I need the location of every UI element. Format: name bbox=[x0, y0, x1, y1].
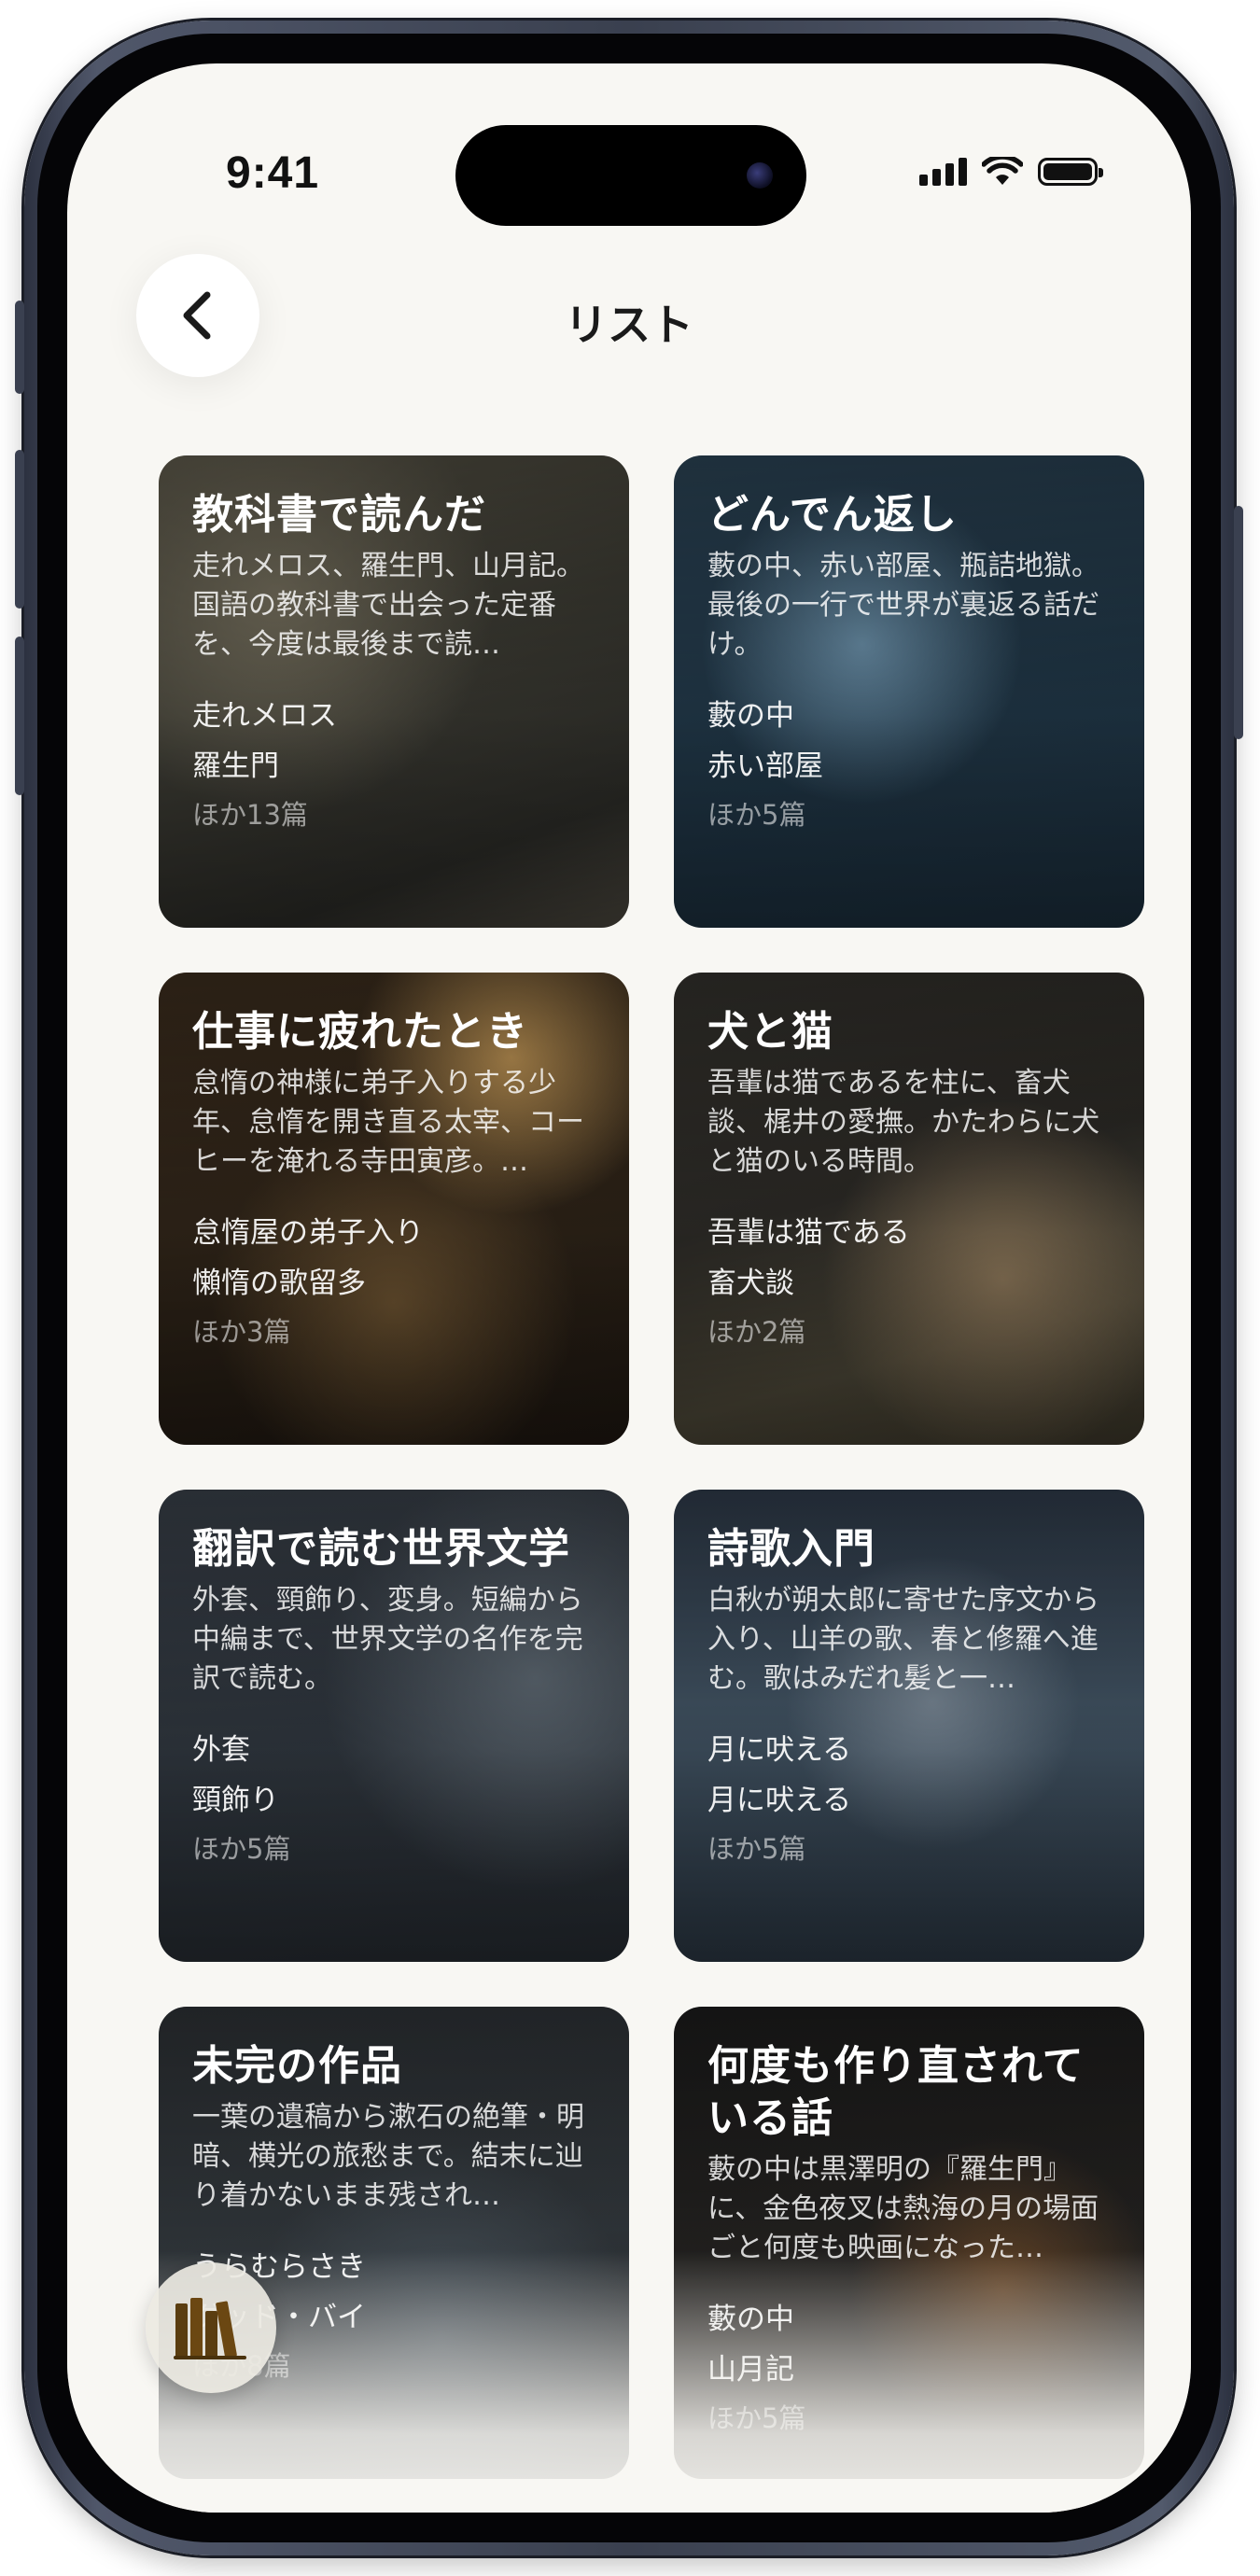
card-item: 吾輩は猫である bbox=[707, 1216, 910, 1250]
volume-down-button bbox=[15, 637, 24, 795]
card-title: 翻訳で読む世界文学 bbox=[192, 1525, 570, 1573]
card-description: 吾輩は猫であるを柱に、畜犬談、梶井の愛撫。かたわらに犬と猫のいる時間。 bbox=[707, 1067, 1099, 1178]
card-item: 畜犬談 bbox=[707, 1267, 794, 1300]
screen: 9:41 リスト 教科書で読んだ 走れメロス、羅生門、山月記。国語の教科書で出会… bbox=[67, 63, 1191, 2513]
card-more-count: ほか5篇 bbox=[707, 2402, 806, 2434]
list-card[interactable]: 仕事に疲れたとき 怠惰の神様に弟子入りする少年、怠惰を開き直る太宰、コーヒーを淹… bbox=[159, 973, 629, 1445]
card-more-count: ほか2篇 bbox=[707, 1316, 806, 1348]
card-title: 犬と猫 bbox=[707, 1008, 833, 1056]
card-description: 藪の中は黒澤明の『羅生門』に、金色夜叉は熱海の月の場面ごと何度も映画になった… bbox=[707, 2153, 1099, 2264]
card-item: 山月記 bbox=[707, 2353, 794, 2387]
card-item: 藪の中 bbox=[707, 699, 794, 733]
card-more-count: ほか13篇 bbox=[192, 799, 308, 831]
card-description: 一葉の遺稿から漱石の絶筆・明暗、横光の旅愁まで。結末に辿り着かないまま残され… bbox=[192, 2101, 584, 2212]
volume-up-button bbox=[15, 450, 24, 609]
card-title: 教科書で読んだ bbox=[192, 491, 486, 539]
list-card[interactable]: 翻訳で読む世界文学 外套、頸飾り、変身。短編から中編まで、世界文学の名作を完訳で… bbox=[159, 1490, 629, 1962]
card-item: 月に吠える bbox=[707, 1733, 852, 1767]
card-item: 赤い部屋 bbox=[707, 749, 823, 783]
card-description: 走れメロス、羅生門、山月記。国語の教科書で出会った定番を、今度は最後まで読… bbox=[192, 550, 584, 661]
card-item: 羅生門 bbox=[192, 749, 279, 783]
card-description: 藪の中、赤い部屋、瓶詰地獄。最後の一行で世界が裏返る話だけ。 bbox=[707, 550, 1099, 661]
card-description: 怠惰の神様に弟子入りする少年、怠惰を開き直る太宰、コーヒーを淹れる寺田寅彦。… bbox=[192, 1067, 584, 1178]
card-item: 怠惰屋の弟子入り bbox=[192, 1216, 424, 1250]
list-card[interactable]: 教科書で読んだ 走れメロス、羅生門、山月記。国語の教科書で出会った定番を、今度は… bbox=[159, 455, 629, 928]
card-item: 頸飾り bbox=[192, 1784, 279, 1817]
status-time: 9:41 bbox=[226, 148, 320, 198]
list-card[interactable]: 犬と猫 吾輩は猫であるを柱に、畜犬談、梶井の愛撫。かたわらに犬と猫のいる時間。 … bbox=[674, 973, 1144, 1445]
action-button bbox=[15, 301, 24, 394]
list-card[interactable]: どんでん返し 藪の中、赤い部屋、瓶詰地獄。最後の一行で世界が裏返る話だけ。 藪の… bbox=[674, 455, 1144, 928]
card-title: 何度も作り直されている話 bbox=[707, 2042, 1085, 2142]
card-item: 外套 bbox=[192, 1733, 250, 1767]
card-description: 白秋が朔太郎に寄せた序文から入り、山羊の歌、春と修羅へ進む。歌はみだれ髪と一… bbox=[707, 1584, 1099, 1695]
card-item: 藪の中 bbox=[707, 2303, 794, 2336]
library-button[interactable] bbox=[146, 2262, 276, 2393]
status-icons bbox=[919, 157, 1103, 187]
status-bar: 9:41 bbox=[67, 63, 1191, 226]
battery-icon bbox=[1038, 158, 1103, 186]
card-item: 走れメロス bbox=[192, 699, 337, 733]
cellular-signal-icon bbox=[919, 158, 967, 186]
camera-icon bbox=[747, 162, 773, 189]
wifi-icon bbox=[982, 157, 1023, 185]
card-item: 懶惰の歌留多 bbox=[192, 1267, 366, 1300]
power-button bbox=[1234, 506, 1243, 739]
list-card[interactable]: 未完の作品 一葉の遺稿から漱石の絶筆・明暗、横光の旅愁まで。結末に辿り着かないま… bbox=[159, 2007, 629, 2479]
card-title: 未完の作品 bbox=[192, 2042, 402, 2090]
dynamic-island bbox=[455, 125, 806, 226]
list-card[interactable]: 詩歌入門 白秋が朔太郎に寄せた序文から入り、山羊の歌、春と修羅へ進む。歌はみだれ… bbox=[674, 1490, 1144, 1962]
list-card[interactable]: 何度も作り直されている話 藪の中は黒澤明の『羅生門』に、金色夜叉は熱海の月の場面… bbox=[674, 2007, 1144, 2479]
page-title: リスト bbox=[565, 300, 693, 350]
library-books-icon bbox=[174, 2298, 246, 2359]
card-item: 月に吠える bbox=[707, 1784, 852, 1817]
card-title: 詩歌入門 bbox=[707, 1525, 875, 1573]
card-title: 仕事に疲れたとき bbox=[192, 1008, 528, 1056]
card-more-count: ほか5篇 bbox=[707, 799, 806, 831]
card-more-count: ほか5篇 bbox=[192, 1833, 291, 1865]
card-more-count: ほか5篇 bbox=[707, 1833, 806, 1865]
card-more-count: ほか3篇 bbox=[192, 1316, 291, 1348]
card-title: どんでん返し bbox=[707, 491, 958, 539]
card-description: 外套、頸飾り、変身。短編から中編まで、世界文学の名作を完訳で読む。 bbox=[192, 1584, 583, 1695]
navigation-bar: リスト bbox=[67, 250, 1191, 390]
